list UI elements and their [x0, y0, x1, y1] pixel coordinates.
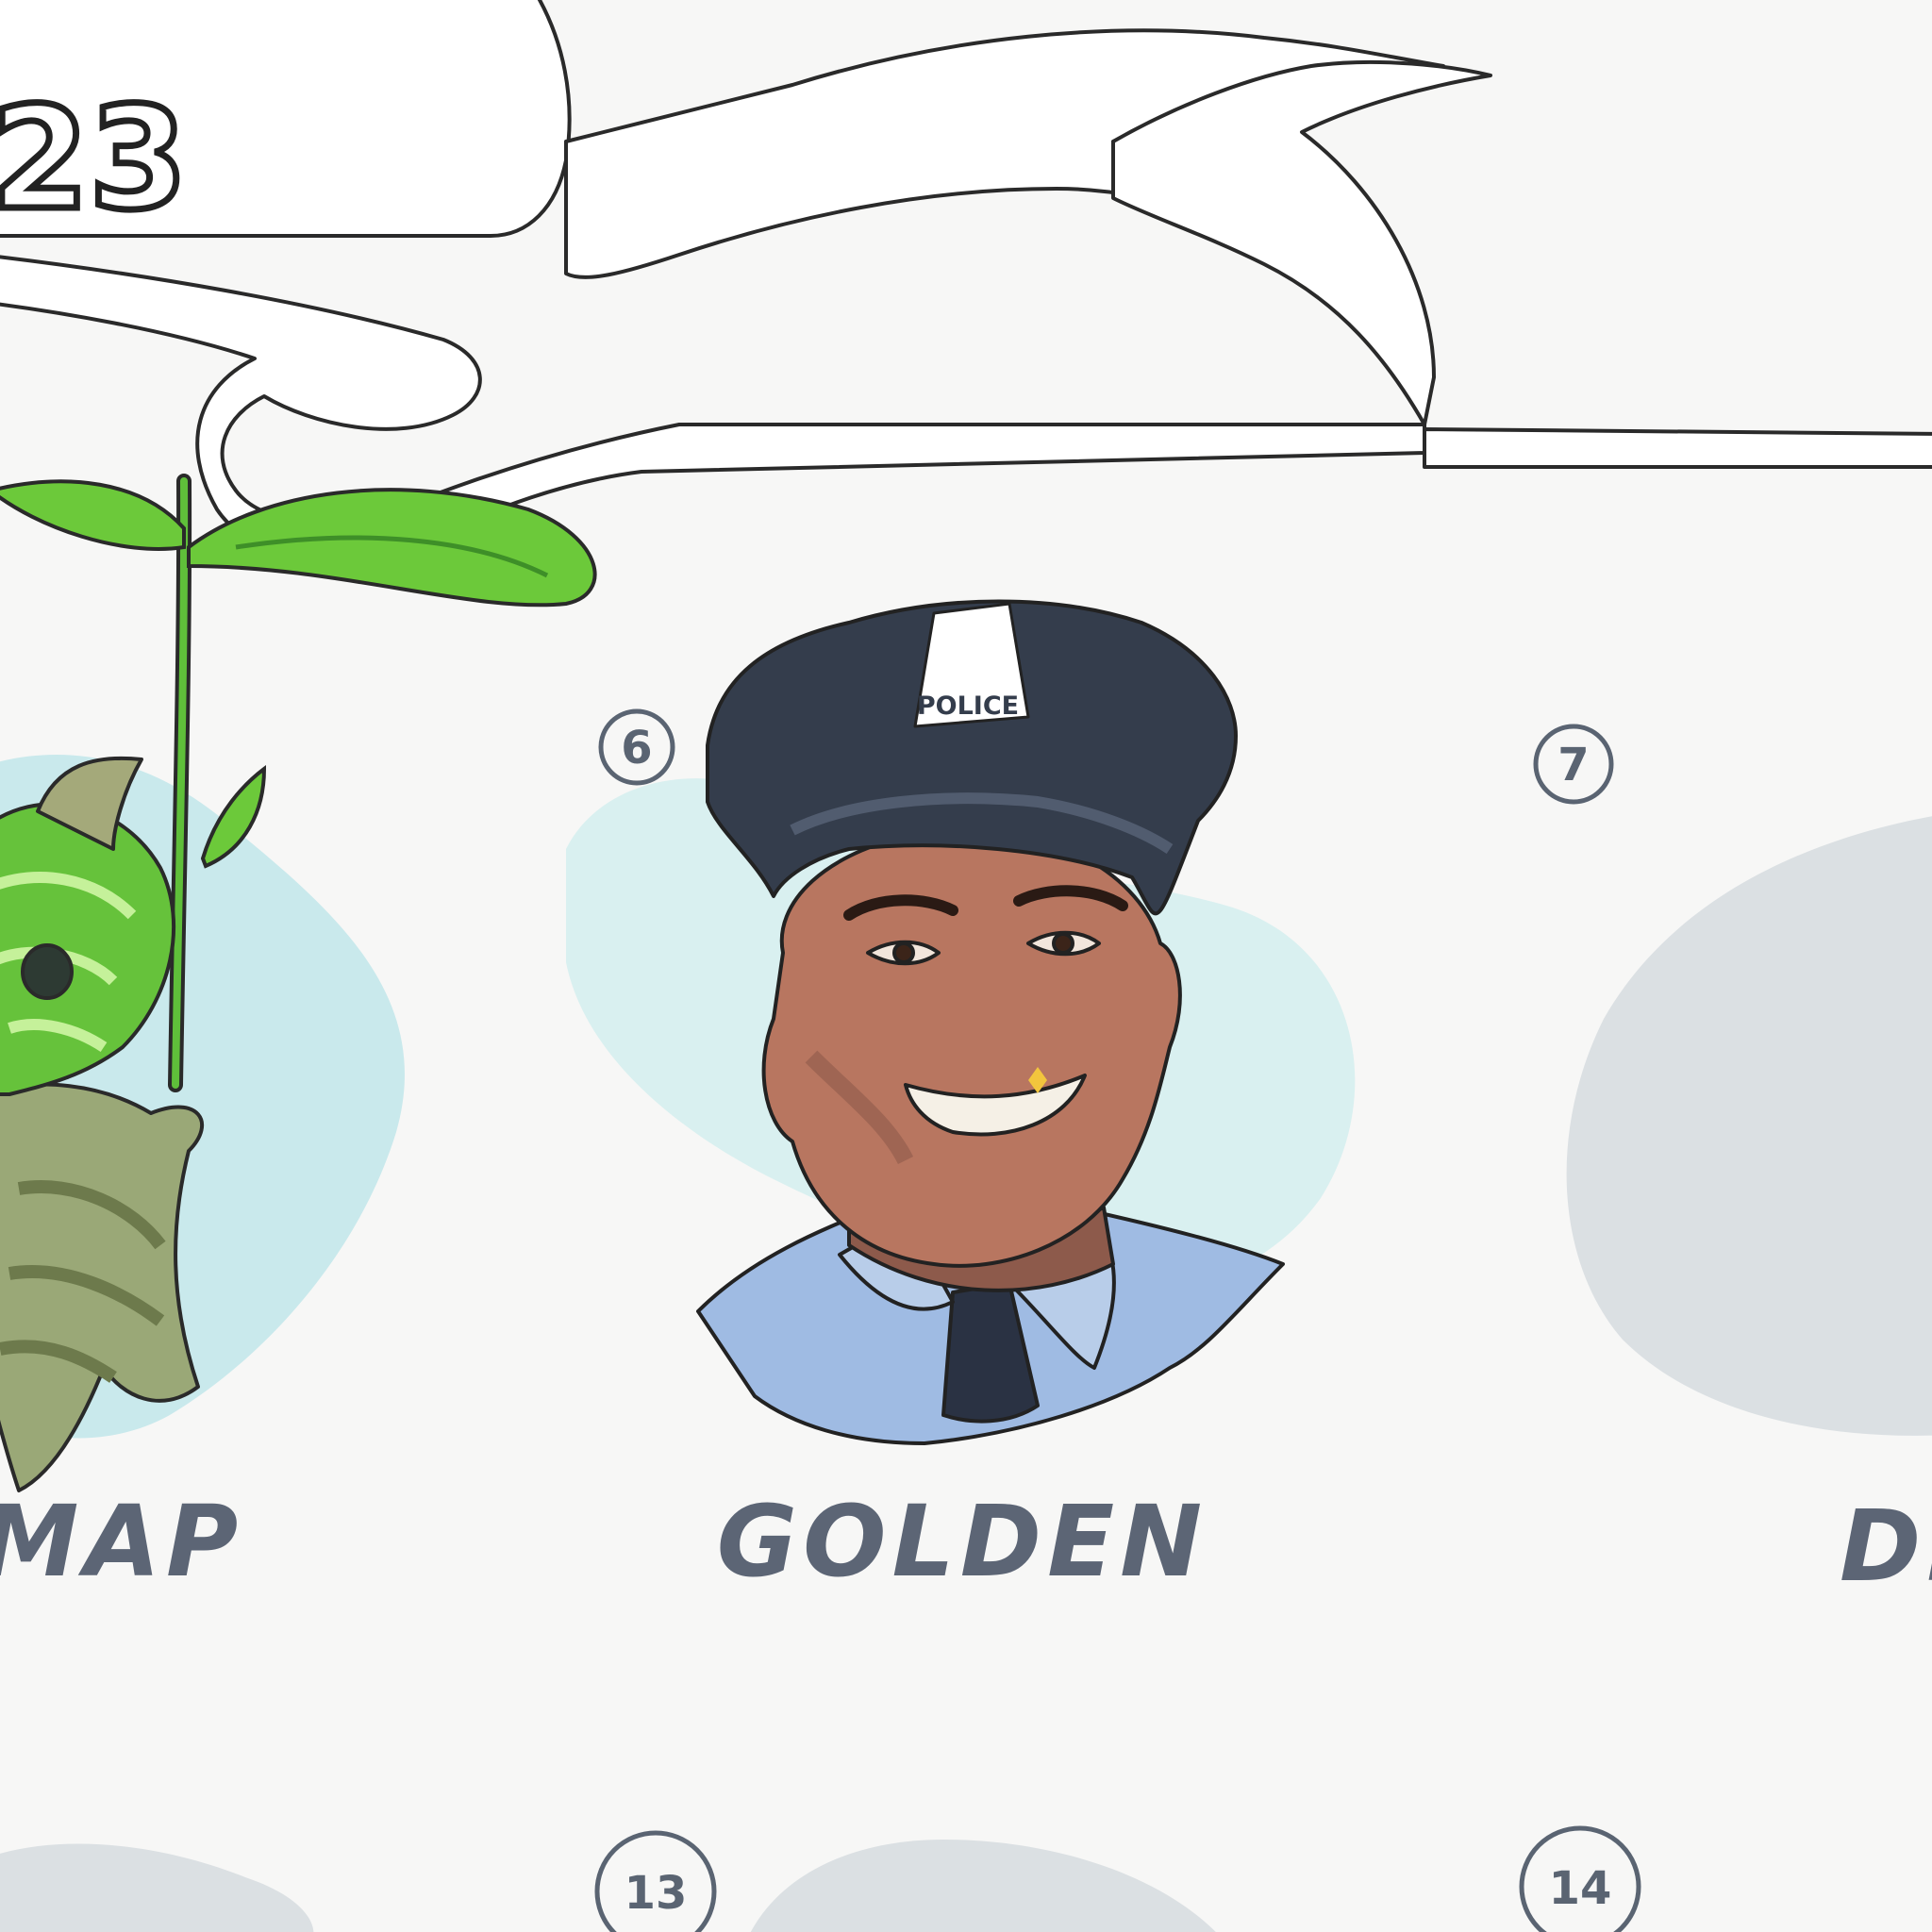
gray-blob-bottom-left [0, 1843, 314, 1932]
illustration: 23 POLICE 6 7 13 14 MAP GOLDEN D [0, 0, 1932, 1932]
sticker-sheet-canvas: 23 POLICE 6 7 13 14 MAP GOLDEN D [0, 0, 1932, 1932]
badge-six: 6 [598, 708, 675, 786]
banner-number: 23 [0, 77, 188, 242]
gray-blob-bottom-center [750, 1840, 1216, 1932]
cap-badge-text: POLICE [917, 691, 1019, 721]
badge-fourteen: 14 [1519, 1825, 1641, 1932]
badge-thirteen: 13 [594, 1830, 717, 1932]
label-right: DR [1840, 1489, 1932, 1604]
label-golden: GOLDEN [717, 1484, 1208, 1599]
svg-text:6: 6 [621, 722, 652, 774]
banner-ribbon-icon [0, 0, 1932, 562]
gray-blob-right [1566, 816, 1932, 1436]
svg-text:13: 13 [625, 1867, 688, 1920]
label-left: MAP [0, 1484, 243, 1599]
svg-text:7: 7 [1557, 739, 1589, 791]
badge-seven: 7 [1533, 724, 1614, 805]
svg-text:14: 14 [1549, 1862, 1612, 1915]
